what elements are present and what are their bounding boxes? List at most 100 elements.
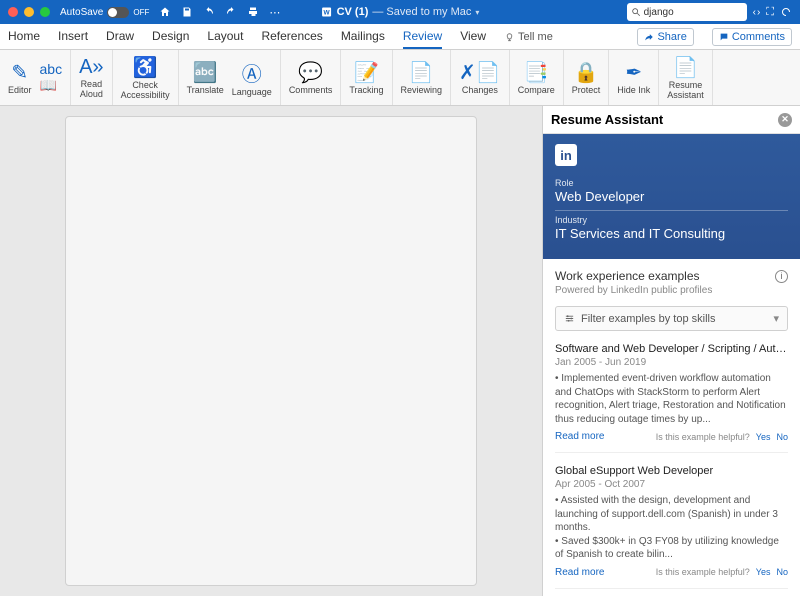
sliders-icon (564, 313, 575, 324)
changes-button[interactable]: ✗📄 Changes (451, 50, 510, 105)
example-body: • Assisted with the design, development … (555, 494, 788, 562)
role-label: Role (555, 178, 788, 188)
tab-references[interactable]: References (261, 25, 322, 49)
tab-layout[interactable]: Layout (207, 25, 243, 49)
tab-home[interactable]: Home (8, 25, 40, 49)
read-more-link[interactable]: Read more (555, 567, 604, 578)
print-icon[interactable] (247, 6, 259, 19)
autosave-switch-icon[interactable] (107, 7, 129, 18)
tab-view[interactable]: View (460, 25, 486, 49)
compare-button[interactable]: 📑 Compare (510, 50, 564, 105)
autosave-state: OFF (133, 8, 149, 17)
tab-design[interactable]: Design (152, 25, 189, 49)
search-nav: ‹ › (753, 7, 761, 18)
example-item: Software and Web Developer / Scripting /… (555, 343, 788, 453)
redo-icon[interactable] (225, 6, 237, 19)
filter-dropdown[interactable]: Filter examples by top skills ▾ (555, 306, 788, 331)
panel-header: Resume Assistant ✕ (543, 106, 800, 134)
ribbon: ✎ Editor abc📖 A» Read Aloud ♿ Check Acce… (0, 50, 800, 106)
example-dates: Apr 2005 - Oct 2007 (555, 479, 788, 490)
helpful-yes[interactable]: Yes (756, 567, 771, 577)
speaker-icon: A» (79, 56, 103, 79)
autosave-toggle[interactable]: AutoSave OFF (60, 7, 149, 18)
resume-icon: 📄 (673, 55, 698, 80)
save-icon[interactable] (181, 6, 193, 19)
role-field[interactable]: Role Web Developer (555, 174, 788, 211)
new-comment-icon: 💬 (298, 60, 323, 85)
search-prev-icon[interactable]: ‹ (753, 7, 756, 18)
workspace: Resume Assistant ✕ in Role Web Developer… (0, 106, 800, 596)
tell-me[interactable]: Tell me (504, 31, 553, 43)
panel-body: Work experience examples i Powered by Li… (543, 259, 800, 596)
title-dropdown-icon[interactable]: ▾ (475, 8, 479, 17)
tab-draw[interactable]: Draw (106, 25, 134, 49)
autosave-label: AutoSave (60, 7, 103, 18)
share-button[interactable]: Share (637, 28, 693, 46)
comments-group-button[interactable]: 💬 Comments (281, 50, 342, 105)
example-body: • Implemented event-driven workflow auto… (555, 372, 788, 426)
titlebar: AutoSave OFF ⋯ W CV (1) — Saved to my Ma… (0, 0, 800, 24)
comment-icon (719, 32, 729, 42)
work-experience-header: Work experience examples i (555, 269, 788, 283)
home-icon[interactable] (159, 6, 171, 19)
doc-status: — Saved to my Mac (372, 6, 471, 18)
editor-button[interactable]: ✎ Editor (8, 60, 32, 96)
document-canvas[interactable] (0, 106, 542, 596)
example-title: Software and Web Developer / Scripting /… (555, 343, 788, 355)
thesaurus-button[interactable]: abc📖 (40, 61, 63, 95)
document-page[interactable] (65, 116, 477, 586)
check-accessibility-button[interactable]: ♿ Check Accessibility (113, 50, 179, 105)
more-icon[interactable]: ⋯ (269, 6, 280, 19)
close-window-icon[interactable] (8, 7, 18, 17)
share-icon (644, 32, 654, 42)
search-input[interactable]: django (627, 3, 747, 21)
compare-icon: 📑 (524, 60, 549, 85)
info-icon[interactable]: i (775, 270, 788, 283)
tab-review[interactable]: Review (403, 25, 442, 49)
group-language: 🔤 Translate Ⓐ Language (179, 50, 281, 105)
tab-mailings[interactable]: Mailings (341, 25, 385, 49)
wex-subtitle: Powered by LinkedIn public profiles (555, 285, 788, 296)
example-item: Global eSupport Web Developer Apr 2005 -… (555, 465, 788, 589)
example-dates: Jan 2005 - Jun 2019 (555, 357, 788, 368)
minimize-window-icon[interactable] (24, 7, 34, 17)
search-icon (631, 7, 641, 17)
industry-value: IT Services and IT Consulting (555, 226, 788, 241)
search-next-icon[interactable]: › (757, 7, 760, 18)
expand-icon[interactable]: ⛶ (766, 6, 774, 19)
maximize-window-icon[interactable] (40, 7, 50, 17)
translate-icon: 🔤 (193, 60, 218, 85)
translate-button[interactable]: 🔤 Translate (187, 60, 224, 96)
doc-name: CV (1) (337, 6, 369, 18)
read-more-link[interactable]: Read more (555, 431, 604, 442)
panel-title: Resume Assistant (551, 112, 663, 127)
tab-insert[interactable]: Insert (58, 25, 88, 49)
language-button[interactable]: Ⓐ Language (232, 58, 272, 98)
helpful-no[interactable]: No (776, 567, 788, 577)
helpful-yes[interactable]: Yes (756, 432, 771, 442)
undo-icon[interactable] (203, 6, 215, 19)
comments-button[interactable]: Comments (712, 28, 792, 46)
tracking-button[interactable]: 📝 Tracking (341, 50, 392, 105)
helpful-prompt: Is this example helpful? Yes No (656, 567, 788, 577)
reviewing-button[interactable]: 📄 Reviewing (393, 50, 452, 105)
linkedin-icon: in (555, 144, 577, 166)
industry-label: Industry (555, 215, 788, 225)
tracking-icon: 📝 (354, 60, 379, 85)
helpful-prompt: Is this example helpful? Yes No (656, 432, 788, 442)
chevron-down-icon: ▾ (773, 312, 779, 325)
sync-icon[interactable] (780, 6, 792, 18)
wex-title: Work experience examples (555, 269, 700, 283)
ink-icon: ✒ (625, 60, 642, 85)
resume-assistant-button[interactable]: 📄 Resume Assistant (659, 50, 713, 105)
protect-button[interactable]: 🔒 Protect (564, 50, 610, 105)
hide-ink-button[interactable]: ✒ Hide Ink (609, 50, 659, 105)
document-title: W CV (1) — Saved to my Mac ▾ (321, 6, 480, 18)
linkedin-block: in Role Web Developer Industry IT Servic… (543, 134, 800, 259)
search-value: django (644, 7, 674, 18)
close-panel-icon[interactable]: ✕ (778, 113, 792, 127)
search-area: django ‹ › ⛶ (627, 3, 800, 21)
read-aloud-button[interactable]: A» Read Aloud (71, 50, 112, 105)
industry-field[interactable]: Industry IT Services and IT Consulting (555, 211, 788, 247)
helpful-no[interactable]: No (776, 432, 788, 442)
